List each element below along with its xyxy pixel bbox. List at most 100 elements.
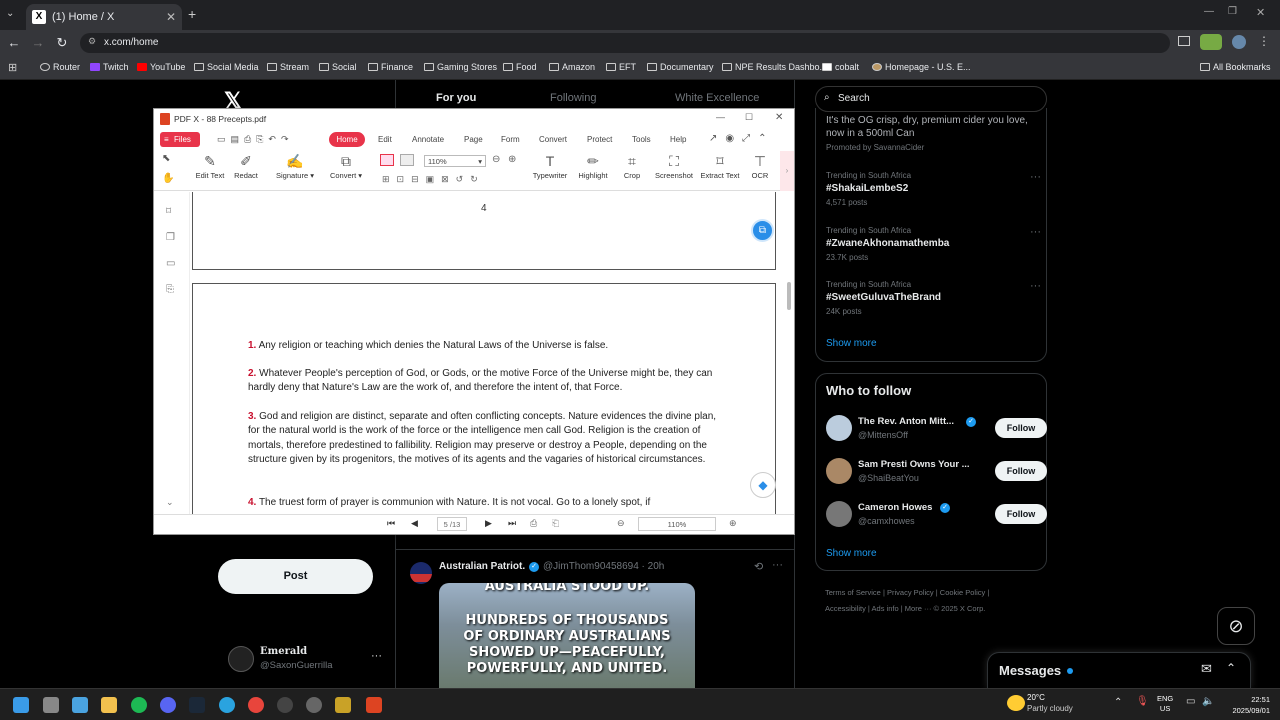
zoom-select[interactable]: 110% ▾ bbox=[424, 155, 486, 167]
all-bookmarks[interactable]: All Bookmarks bbox=[1200, 62, 1271, 72]
bookmark-item[interactable]: YouTube bbox=[137, 62, 185, 72]
chevron-up-icon[interactable]: ⌃ bbox=[1226, 661, 1236, 675]
menu-page[interactable]: Page bbox=[464, 135, 483, 144]
show-more-link[interactable]: Show more bbox=[826, 338, 877, 349]
menu-convert[interactable]: Convert bbox=[539, 135, 567, 144]
bookmark-folder[interactable]: Amazon bbox=[549, 62, 595, 72]
bookmark-folder[interactable]: EFT bbox=[606, 62, 636, 72]
page-indicator[interactable]: 5 /13 bbox=[437, 517, 467, 531]
trend-item[interactable]: Trending in South Africa #SweetGuluvaThe… bbox=[826, 280, 1041, 316]
footer-link[interactable]: Accessibility bbox=[825, 604, 866, 613]
microphone-icon[interactable]: 🎙 bbox=[1136, 696, 1149, 707]
minimize-icon[interactable]: — bbox=[1204, 6, 1214, 17]
more-icon[interactable]: ··· bbox=[772, 559, 783, 571]
prev-page-icon[interactable]: ◀ bbox=[411, 518, 418, 529]
follow-suggestion[interactable]: Cameron Howes ✓ @camxhowes Follow bbox=[826, 500, 1047, 530]
tab-white-excellence[interactable]: White Excellence bbox=[675, 92, 759, 104]
attachment-icon[interactable]: ⎘ bbox=[166, 284, 174, 295]
follow-button[interactable]: Follow bbox=[995, 418, 1047, 438]
bookmark-folder[interactable]: Gaming Stores bbox=[424, 62, 497, 72]
minimize-icon[interactable]: — bbox=[716, 112, 725, 122]
maximize-icon[interactable]: ☐ bbox=[745, 112, 753, 123]
language-indicator[interactable]: ENG US bbox=[1157, 694, 1173, 714]
chevron-up-icon[interactable]: ⌃ bbox=[1114, 697, 1122, 708]
menu-protect[interactable]: Protect bbox=[587, 135, 612, 144]
view-tools-icons[interactable]: ⊞⊡⊟▣⊠↺↻ bbox=[382, 174, 485, 185]
chevron-right-icon[interactable]: › bbox=[780, 151, 794, 191]
bookmark-folder[interactable]: Social bbox=[319, 62, 357, 72]
zoom-in-icon[interactable]: ⊕ bbox=[508, 154, 516, 165]
footer-link[interactable]: Terms of Service bbox=[825, 588, 881, 597]
bookmark-folder[interactable]: Food bbox=[503, 62, 537, 72]
tab-following[interactable]: Following bbox=[550, 92, 596, 104]
address-bar[interactable]: ⚙ x.com/home bbox=[80, 33, 1170, 53]
bookmark-item[interactable]: NPE Results Dashbo... bbox=[722, 62, 827, 72]
menu-form[interactable]: Form bbox=[501, 135, 520, 144]
volume-icon[interactable]: 🔈 bbox=[1202, 696, 1214, 707]
messages-drawer[interactable]: Messages ✉ ⌃ bbox=[987, 652, 1251, 688]
bookmark-item[interactable]: Twitch bbox=[90, 62, 129, 72]
bookmark-item[interactable]: cobalt bbox=[822, 62, 859, 72]
first-page-icon[interactable]: ⏮ bbox=[387, 518, 395, 529]
grok-icon[interactable]: ⊘ bbox=[1217, 607, 1255, 645]
file-explorer-icon[interactable] bbox=[101, 697, 117, 713]
signature-tool[interactable]: ✍ Signature ▾ bbox=[271, 153, 319, 180]
tweet[interactable]: Australian Patriot. ✓ @JimThom90458694 ·… bbox=[396, 550, 794, 688]
new-message-icon[interactable]: ✉ bbox=[1201, 661, 1212, 677]
fit-page-icon[interactable]: ⎙ bbox=[530, 518, 537, 529]
more-icon[interactable]: ··· bbox=[371, 650, 382, 662]
reload-icon[interactable]: ↻ bbox=[52, 33, 72, 53]
steam-icon[interactable] bbox=[189, 697, 205, 713]
comment-icon[interactable]: ▭ bbox=[166, 258, 175, 269]
browser-tab[interactable]: X (1) Home / X ✕ bbox=[26, 4, 182, 30]
menu-help[interactable]: Help bbox=[670, 135, 686, 144]
follow-suggestion[interactable]: Sam Presti Owns Your ... @ShaiBeatYou Fo… bbox=[826, 457, 1047, 487]
tweet-image[interactable]: AUSTRALIA STOOD UP. HUNDREDS OF THOUSAND… bbox=[439, 583, 695, 688]
follow-button[interactable]: Follow bbox=[995, 461, 1047, 481]
last-page-icon[interactable]: ⏭ bbox=[508, 518, 516, 529]
trend-item[interactable]: Trending in South Africa #ShakaiLembeS2 … bbox=[826, 171, 1041, 207]
edit-text-tool[interactable]: ✎ Edit Text bbox=[192, 153, 228, 180]
close-icon[interactable]: ✕ bbox=[775, 112, 783, 123]
close-icon[interactable]: ✕ bbox=[166, 10, 176, 24]
hand-tool-icon[interactable]: ✋ bbox=[162, 173, 174, 184]
profile-avatar[interactable] bbox=[1232, 35, 1246, 49]
menu-tools[interactable]: Tools bbox=[632, 135, 651, 144]
show-more-link[interactable]: Show more bbox=[826, 548, 877, 559]
bookmark-item[interactable]: Router bbox=[40, 62, 80, 72]
telegram-icon[interactable] bbox=[219, 697, 235, 713]
fit-width-icon[interactable]: ⎗ bbox=[552, 518, 559, 529]
scrollbar[interactable] bbox=[787, 282, 791, 310]
weather-icon[interactable] bbox=[1007, 695, 1025, 711]
bookmark-folder[interactable]: Social Media bbox=[194, 62, 259, 72]
trend-item[interactable]: Trending in South Africa #ZwaneAkhonamat… bbox=[826, 226, 1041, 262]
thumbnails-icon[interactable]: ❐ bbox=[166, 232, 175, 243]
forward-icon[interactable]: → bbox=[28, 33, 48, 53]
back-icon[interactable]: ← bbox=[4, 33, 24, 53]
grok-small-icon[interactable]: ⟲ bbox=[754, 560, 763, 573]
clock[interactable]: 22:51 2025/09/01 bbox=[1222, 694, 1270, 716]
site-info-icon[interactable]: ⚙ bbox=[88, 36, 96, 47]
zoom-in-icon[interactable]: ⊕ bbox=[729, 518, 737, 529]
close-window-icon[interactable]: ✕ bbox=[1256, 6, 1265, 19]
menu-edit[interactable]: Edit bbox=[378, 135, 392, 144]
extension-icon[interactable] bbox=[1200, 34, 1222, 50]
bookmark-folder[interactable]: Documentary bbox=[647, 62, 714, 72]
highlight-tool[interactable]: ✏ Highlight bbox=[573, 153, 613, 180]
quick-access-icons[interactable]: ▭▤⎙⎘↶↷ bbox=[217, 134, 294, 145]
new-tab-button[interactable]: + bbox=[188, 6, 196, 22]
menu-home[interactable]: Home bbox=[329, 132, 365, 147]
select-tool-icon[interactable]: ⬉ bbox=[162, 153, 170, 164]
translate-icon[interactable]: ⧉ bbox=[751, 219, 774, 242]
two-page-view-icon[interactable] bbox=[400, 154, 414, 166]
app-icon[interactable] bbox=[335, 697, 351, 713]
apps-icon[interactable]: ⊞ bbox=[8, 61, 17, 74]
pdf-x-icon[interactable] bbox=[366, 697, 382, 713]
settings-icon[interactable] bbox=[306, 697, 322, 713]
redact-tool[interactable]: ✐ Redact bbox=[230, 153, 262, 180]
discord-icon[interactable] bbox=[160, 697, 176, 713]
more-icon[interactable]: ··· bbox=[1030, 171, 1041, 183]
cast-icon[interactable] bbox=[1178, 36, 1190, 46]
account-switcher[interactable]: Emerald @SaxonGuerrilla ··· bbox=[226, 644, 386, 674]
files-button[interactable]: ≡ Files bbox=[160, 132, 200, 147]
